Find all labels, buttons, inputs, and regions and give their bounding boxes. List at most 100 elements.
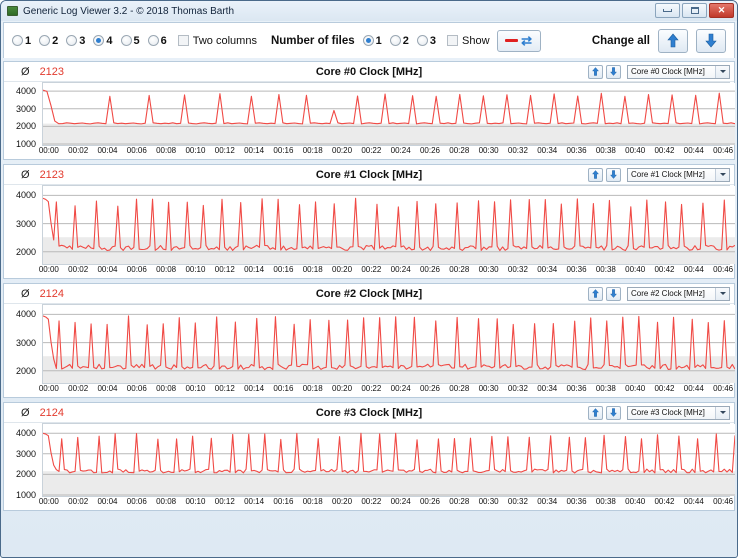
move-up-button[interactable] xyxy=(588,405,603,420)
x-axis-tick-label: 00:14 xyxy=(244,265,265,274)
series-select-value: Core #0 Clock [MHz] xyxy=(631,67,705,76)
series-select-arrow[interactable] xyxy=(715,168,729,181)
radio-columns-1[interactable]: 1 xyxy=(12,35,31,47)
x-axis-tick-label: 00:40 xyxy=(625,146,646,155)
x-axis-tick-label: 00:42 xyxy=(654,146,675,155)
average-value: 2124 xyxy=(39,287,65,300)
close-button[interactable]: ✕ xyxy=(709,3,734,18)
chart-panel-2: Ø 2124 Core #2 Clock [MHz] Core #2 Clock [M… xyxy=(3,283,735,398)
x-axis-tick-label: 00:14 xyxy=(244,384,265,393)
radio-columns-3[interactable]: 3 xyxy=(66,35,85,47)
radio-label: 1 xyxy=(25,34,32,47)
series-select-arrow[interactable] xyxy=(715,65,729,78)
radio-columns-2[interactable]: 2 xyxy=(39,35,58,47)
minimize-button[interactable] xyxy=(655,3,680,18)
series-select-arrow[interactable] xyxy=(715,287,729,300)
chart-plot-area-3[interactable] xyxy=(42,423,735,497)
checkbox-icon xyxy=(447,35,459,46)
x-axis-tick-label: 00:10 xyxy=(185,384,206,393)
x-axis-tick-label: 00:38 xyxy=(595,265,616,274)
radio-files-3[interactable]: 3 xyxy=(416,35,436,47)
series-select[interactable]: Core #1 Clock [MHz] xyxy=(627,167,730,182)
app-icon xyxy=(7,6,18,16)
x-axis-tick-label: 00:28 xyxy=(449,384,470,393)
radio-columns-4[interactable]: 4 xyxy=(93,34,113,47)
x-axis-tick-label: 00:46 xyxy=(713,497,734,506)
move-down-button[interactable] xyxy=(606,405,621,420)
x-axis-tick-label: 00:06 xyxy=(126,384,147,393)
y-axis-tick-label: 4000 xyxy=(15,190,36,201)
show-toggle-button[interactable]: ⇄ xyxy=(496,29,541,52)
y-axis-tick-label: 4000 xyxy=(15,309,36,320)
x-axis-2: 00:00 00:02 00:04 00:06 00:08 00:10 00:12 00:14… xyxy=(39,384,733,397)
series-select[interactable]: Core #2 Clock [MHz] xyxy=(627,286,730,301)
move-up-button[interactable] xyxy=(588,286,603,301)
window-controls: ✕ xyxy=(655,3,734,18)
x-axis-tick-label: 00:12 xyxy=(214,384,235,393)
radio-files-1[interactable]: 1 xyxy=(362,35,382,47)
chart-plot-wrapper-1: 2000 3000 4000 xyxy=(4,185,735,265)
average-symbol: Ø xyxy=(21,287,30,300)
move-down-button[interactable] xyxy=(606,64,621,79)
series-select-value: Core #2 Clock [MHz] xyxy=(631,289,705,298)
radio-columns-6[interactable]: 6 xyxy=(147,35,167,47)
x-axis-tick-label: 00:08 xyxy=(156,497,177,506)
move-up-button[interactable] xyxy=(588,167,603,182)
chart-plot-area-1[interactable] xyxy=(42,185,735,265)
move-down-button[interactable] xyxy=(606,167,621,182)
average-symbol: Ø xyxy=(21,65,30,78)
x-axis-tick-label: 00:18 xyxy=(302,265,323,274)
y-axis-tick-label: 1000 xyxy=(15,139,36,149)
down-arrow-icon xyxy=(610,67,617,76)
x-axis-tick-label: 00:34 xyxy=(537,146,558,155)
toolbar: 1 2 3 4 5 6 Two columns Number of files … xyxy=(3,22,735,58)
series-select[interactable]: Core #0 Clock [MHz] xyxy=(627,64,730,79)
radio-files-2[interactable]: 2 xyxy=(389,34,409,47)
y-axis-labels-0: 1000 2000 3000 4000 xyxy=(4,82,38,149)
up-arrow-icon xyxy=(592,67,599,76)
x-axis-tick-label: 00:20 xyxy=(332,384,353,393)
change-all-down-button[interactable] xyxy=(696,28,726,53)
down-arrow-icon xyxy=(610,289,617,298)
y-axis-tick-label: 2000 xyxy=(15,365,36,376)
x-axis-tick-label: 00:06 xyxy=(126,497,147,506)
radio-columns-5[interactable]: 5 xyxy=(120,35,140,47)
x-axis-tick-label: 00:08 xyxy=(156,146,177,155)
radio-label: 4 xyxy=(106,34,113,47)
change-all-up-button[interactable] xyxy=(658,28,688,53)
series-select-arrow[interactable] xyxy=(715,406,729,419)
x-axis-tick-label: 00:40 xyxy=(625,384,646,393)
x-axis-tick-label: 00:44 xyxy=(683,146,704,155)
chevron-down-icon xyxy=(719,173,726,176)
y-axis-tick-label: 2000 xyxy=(15,246,36,257)
x-axis-tick-label: 00:12 xyxy=(214,497,235,506)
x-axis-tick-label: 00:38 xyxy=(595,146,616,155)
chart-header-controls-2: Core #2 Clock [MHz] xyxy=(588,286,730,301)
chart-panel-header-2: Ø 2124 Core #2 Clock [MHz] Core #2 Clock [M… xyxy=(4,284,734,304)
maximize-button[interactable] xyxy=(682,3,707,18)
x-axis-tick-label: 00:12 xyxy=(214,146,235,155)
x-axis-tick-label: 00:38 xyxy=(595,497,616,506)
move-down-button[interactable] xyxy=(606,286,621,301)
x-axis-tick-label: 00:38 xyxy=(595,384,616,393)
x-axis-tick-label: 00:18 xyxy=(302,146,323,155)
x-axis-tick-label: 00:34 xyxy=(537,384,558,393)
x-axis-tick-label: 00:20 xyxy=(332,497,353,506)
y-axis-tick-label: 2000 xyxy=(15,469,36,480)
x-axis-tick-label: 00:10 xyxy=(185,265,206,274)
chart-header-controls-1: Core #1 Clock [MHz] xyxy=(588,167,730,182)
series-select[interactable]: Core #3 Clock [MHz] xyxy=(627,405,730,420)
x-axis-tick-label: 00:34 xyxy=(537,265,558,274)
radio-label: 2 xyxy=(402,34,409,47)
y-axis-tick-label: 4000 xyxy=(15,428,36,439)
app-window: Generic Log Viewer 3.2 - © 2018 Thomas B… xyxy=(0,0,738,558)
move-up-button[interactable] xyxy=(588,64,603,79)
x-axis-tick-label: 00:36 xyxy=(566,146,587,155)
chart-plot-area-2[interactable] xyxy=(42,304,735,384)
x-axis-tick-label: 00:32 xyxy=(507,146,528,155)
line-style-icon xyxy=(505,39,519,42)
two-columns-checkbox[interactable]: Two columns xyxy=(177,35,257,47)
down-arrow-icon xyxy=(610,170,617,179)
chart-plot-area-0[interactable] xyxy=(42,82,735,146)
show-checkbox[interactable]: Show xyxy=(447,35,490,47)
